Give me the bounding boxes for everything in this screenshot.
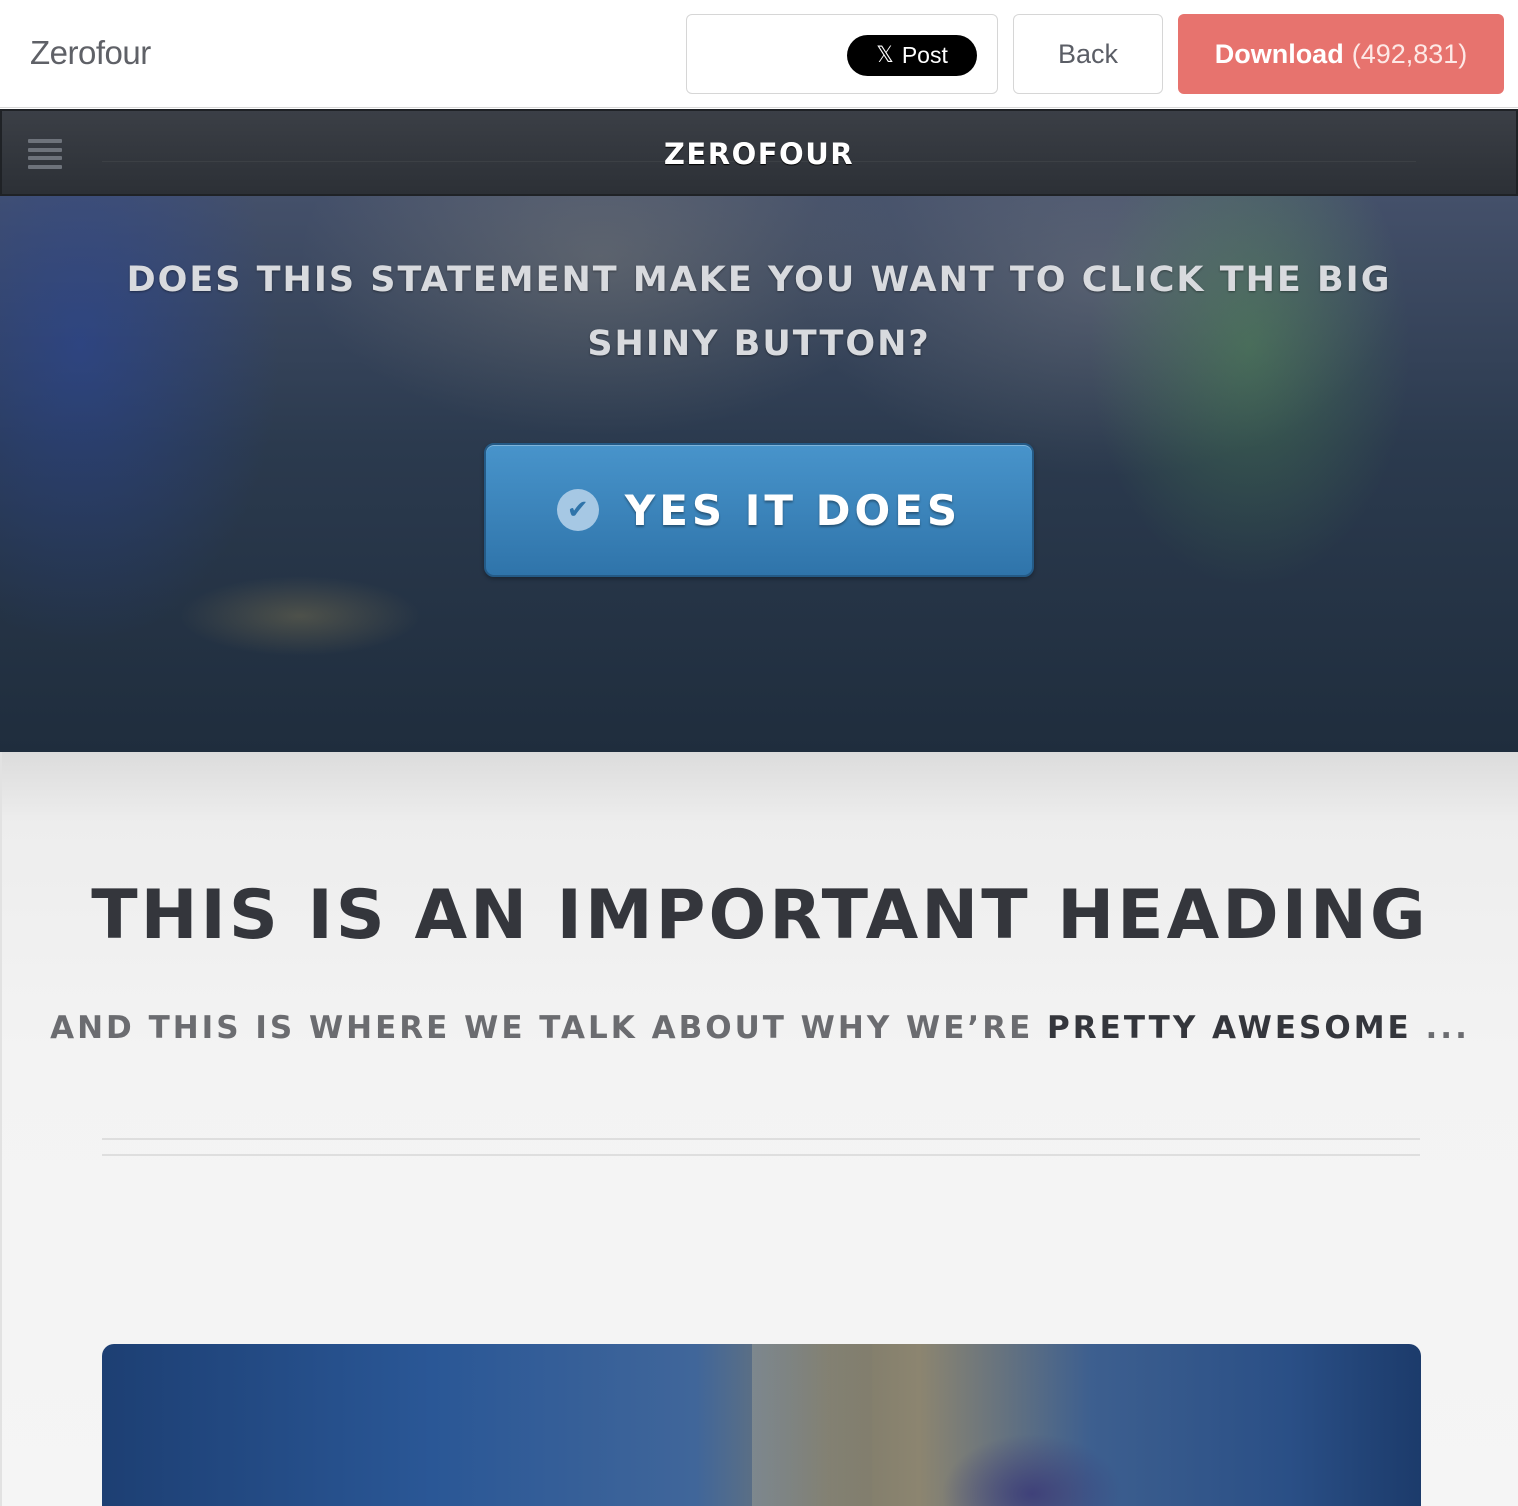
- subheading-prefix: AND THIS IS WHERE WE TALK ABOUT WHY WE’R…: [50, 1010, 1048, 1046]
- image-detail: [752, 1344, 872, 1506]
- section-divider: [102, 1138, 1420, 1140]
- x-post-button[interactable]: 𝕏 Post: [847, 35, 977, 76]
- x-post-label: Post: [901, 42, 948, 68]
- subheading: AND THIS IS WHERE WE TALK ABOUT WHY WE’R…: [2, 1010, 1518, 1046]
- tweet-widget: 𝕏 Post: [686, 14, 998, 94]
- hero-banner: DOES THIS STATEMENT MAKE YOU WANT TO CLI…: [0, 196, 1518, 752]
- subheading-suffix: ...: [1411, 1010, 1470, 1046]
- main-section: THIS IS AN IMPORTANT HEADING AND THIS IS…: [0, 752, 1518, 1506]
- hero-statement: DOES THIS STATEMENT MAKE YOU WANT TO CLI…: [126, 260, 1392, 364]
- x-logo-icon: 𝕏: [876, 43, 894, 68]
- download-count: (492,831): [1351, 38, 1468, 69]
- brand-title: Zerofour: [30, 34, 151, 71]
- feature-image: [102, 1344, 1421, 1506]
- site-title[interactable]: ZEROFOUR: [2, 137, 1516, 171]
- download-label: Download: [1214, 38, 1344, 69]
- yes-it-does-button[interactable]: ✔ YES IT DOES: [484, 443, 1034, 577]
- cta-label: YES IT DOES: [624, 485, 962, 535]
- subheading-strong: PRETTY AWESOME: [1047, 1010, 1412, 1046]
- download-button[interactable]: Download (492,831): [1178, 14, 1504, 94]
- site-navbar: ZEROFOUR: [0, 109, 1518, 196]
- important-heading: THIS IS AN IMPORTANT HEADING: [91, 876, 1429, 955]
- back-button[interactable]: Back: [1013, 14, 1163, 94]
- checkmark-icon: ✔: [556, 489, 599, 531]
- preview-topbar: Zerofour 𝕏 Post Back Download (492,831): [0, 0, 1518, 108]
- section-divider: [102, 1154, 1420, 1156]
